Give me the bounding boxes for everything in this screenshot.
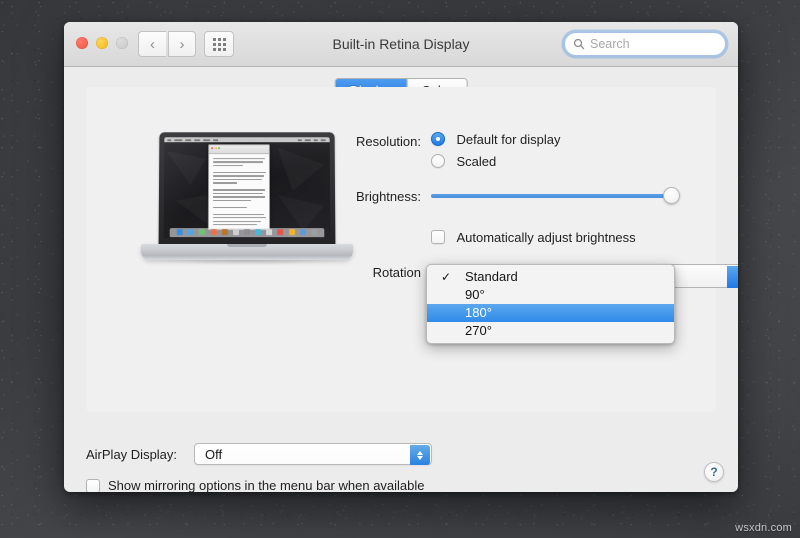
- radio-scaled[interactable]: [431, 154, 445, 168]
- preview-document-window: [207, 144, 271, 231]
- airplay-display-label: AirPlay Display:: [86, 447, 178, 462]
- airplay-stepper-arrows[interactable]: [410, 445, 430, 465]
- resolution-label: Resolution:: [355, 134, 421, 149]
- window-titlebar: ‹ › Built-in Retina Display: [64, 22, 738, 67]
- resolution-option-scaled[interactable]: Scaled: [431, 153, 496, 171]
- auto-brightness-label: Automatically adjust brightness: [456, 230, 636, 245]
- checkbox-show-mirroring-options[interactable]: [86, 478, 100, 492]
- display-settings-panel: Resolution: Default for display Scaled B…: [86, 87, 716, 412]
- rotation-label: Rotation: [372, 265, 421, 280]
- brightness-slider-knob[interactable]: [663, 187, 680, 204]
- search-field[interactable]: [564, 32, 726, 56]
- help-button[interactable]: ?: [704, 462, 724, 482]
- radio-default-for-display[interactable]: [431, 132, 445, 146]
- menu-item-90-label: 90°: [465, 287, 485, 302]
- menu-item-270-label: 270°: [465, 323, 492, 338]
- macbook-notch: [227, 244, 267, 247]
- macbook-preview-illustration: [141, 132, 353, 272]
- menu-item-180-label: 180°: [465, 305, 492, 320]
- rotation-dropdown-menu[interactable]: ✓ Standard 90° 180° 270°: [426, 264, 675, 344]
- checkmark-icon: ✓: [441, 270, 452, 284]
- preview-document-titlebar: [209, 145, 269, 155]
- macbook-shadow: [153, 260, 341, 265]
- menu-item-standard[interactable]: ✓ Standard: [427, 268, 674, 286]
- resolution-option-default[interactable]: Default for display: [431, 131, 561, 149]
- desktop-background: wsxdn.com ‹ › Built-in Retina Display Se…: [0, 0, 800, 538]
- macbook-screen: [163, 137, 331, 239]
- show-mirroring-options-row[interactable]: Show mirroring options in the menu bar w…: [86, 478, 425, 492]
- preview-dock: [169, 227, 325, 237]
- watermark: wsxdn.com: [735, 522, 792, 534]
- checkbox-auto-adjust-brightness[interactable]: [431, 230, 445, 244]
- brightness-slider-track[interactable]: [431, 194, 671, 198]
- show-mirroring-options-label: Show mirroring options in the menu bar w…: [108, 478, 425, 492]
- chevron-down-icon: [417, 455, 423, 460]
- airplay-display-select[interactable]: Off: [194, 443, 432, 465]
- brightness-slider[interactable]: [431, 187, 691, 205]
- preview-menubar: [164, 137, 330, 143]
- airplay-display-value: Off: [205, 447, 223, 462]
- resolution-option-default-label: Default for display: [456, 132, 561, 147]
- macbook-base: [141, 244, 353, 260]
- menu-item-270[interactable]: 270°: [427, 322, 674, 340]
- chevron-up-icon: [417, 450, 423, 455]
- menu-item-180[interactable]: 180°: [427, 304, 674, 322]
- macbook-lid: [158, 132, 336, 247]
- resolution-option-scaled-label: Scaled: [456, 154, 497, 169]
- menu-item-90[interactable]: 90°: [427, 286, 674, 304]
- auto-brightness-row[interactable]: Automatically adjust brightness: [431, 229, 636, 247]
- rotation-stepper-arrows[interactable]: [727, 266, 738, 288]
- search-icon: [573, 38, 585, 50]
- system-preferences-window: ‹ › Built-in Retina Display Display: [64, 22, 738, 492]
- brightness-label: Brightness:: [355, 189, 421, 204]
- macbook-bezel: [163, 137, 331, 239]
- search-input[interactable]: [590, 37, 710, 51]
- menu-item-standard-label: Standard: [465, 269, 518, 284]
